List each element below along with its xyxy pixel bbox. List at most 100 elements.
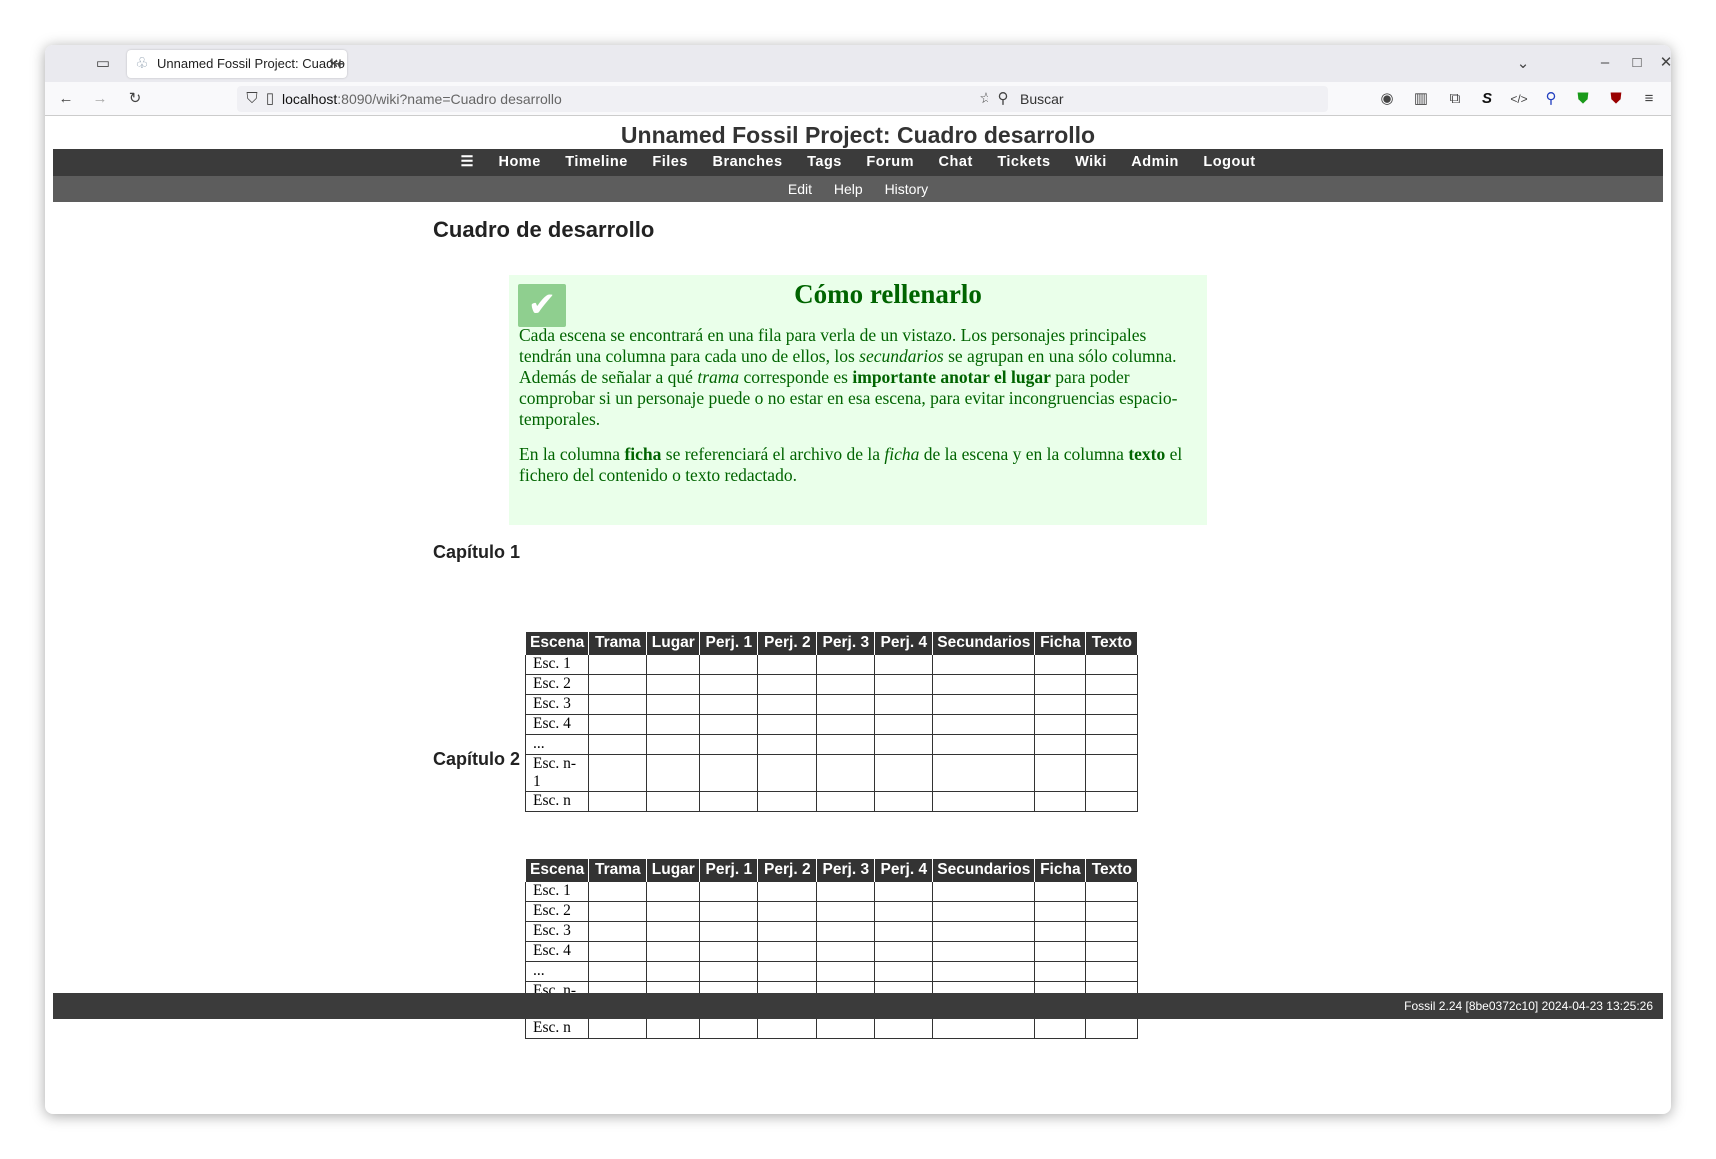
empty-cell [932, 960, 1036, 982]
new-tab-icon[interactable]: + [329, 54, 351, 74]
empty-cell [646, 653, 701, 675]
ublock-icon[interactable]: ⛊ [1605, 89, 1627, 109]
table-row: Esc. 2 [524, 673, 1139, 695]
column-header: Perj. 3 [816, 632, 876, 654]
empty-cell [588, 693, 648, 715]
search-icon: ⚲ [997, 90, 1009, 107]
empty-cell [1085, 653, 1139, 675]
empty-cell [932, 880, 1036, 902]
table-row: ... [524, 960, 1139, 982]
column-header: Secundarios [932, 632, 1036, 654]
empty-cell [1085, 940, 1139, 962]
browser-tab[interactable]: ♧ Unnamed Fossil Project: Cuadro desarro… [127, 50, 347, 78]
empty-cell [646, 790, 701, 812]
maximize-icon[interactable]: □ [1626, 53, 1648, 73]
column-header: Perj. 3 [816, 859, 876, 881]
search-input[interactable]: ⚲ Buscar [988, 86, 1328, 112]
empty-cell [699, 920, 759, 942]
menu-forum[interactable]: Forum [866, 154, 914, 170]
url-path: :8090/wiki?name=Cuadro desarrollo [337, 91, 562, 107]
reload-icon[interactable]: ↻ [124, 89, 146, 109]
column-header: Lugar [646, 632, 701, 654]
empty-cell [1034, 880, 1087, 902]
scene-cell: Esc. 1 [524, 880, 590, 902]
menu-wiki[interactable]: Wiki [1075, 154, 1107, 170]
menu-tickets[interactable]: Tickets [997, 154, 1050, 170]
empty-cell [588, 713, 648, 735]
address-bar[interactable]: ⛉ ▯ localhost:8090/wiki?name=Cuadro desa… [237, 86, 1003, 112]
account-icon[interactable]: ◉ [1376, 89, 1398, 109]
tab-list-icon[interactable]: ▭ [92, 54, 114, 74]
submenu-history[interactable]: History [885, 181, 929, 197]
menu-admin[interactable]: Admin [1131, 154, 1179, 170]
column-header: Perj. 2 [757, 632, 818, 654]
empty-cell [874, 880, 934, 902]
minimize-icon[interactable]: – [1594, 53, 1616, 73]
tab-title: Unnamed Fossil Project: Cuadro desarroll… [157, 56, 347, 71]
empty-cell [816, 673, 876, 695]
empty-cell [699, 900, 759, 922]
page-content: Unnamed Fossil Project: Cuadro desarroll… [45, 117, 1671, 1114]
back-icon[interactable]: ← [55, 89, 77, 109]
forward-icon[interactable]: → [89, 89, 111, 109]
empty-cell [699, 880, 759, 902]
menu-timeline[interactable]: Timeline [565, 154, 628, 170]
empty-cell [699, 940, 759, 962]
column-header: Secundarios [932, 859, 1036, 881]
empty-cell [646, 1017, 701, 1039]
menu-chat[interactable]: Chat [939, 154, 973, 170]
s-extension-icon[interactable]: S [1476, 89, 1498, 109]
table-row: Esc. 3 [524, 920, 1139, 942]
empty-cell [932, 653, 1036, 675]
empty-cell [646, 960, 701, 982]
empty-cell [699, 960, 759, 982]
submenu-help[interactable]: Help [834, 181, 863, 197]
instructions-title: Cómo rellenarlo [794, 279, 982, 309]
menu-files[interactable]: Files [652, 154, 688, 170]
empty-cell [757, 653, 818, 675]
empty-cell [588, 790, 648, 812]
submenu-edit[interactable]: Edit [788, 181, 812, 197]
column-header: Texto [1085, 859, 1139, 881]
browser-window: ▭ ♧ Unnamed Fossil Project: Cuadro desar… [45, 45, 1671, 1114]
empty-cell [757, 733, 818, 755]
url-host: localhost [282, 91, 338, 107]
empty-cell [646, 753, 701, 792]
menu-icon[interactable]: ≡ [1638, 89, 1660, 109]
shield-extension-icon[interactable]: ⛊ [1572, 89, 1594, 109]
empty-cell [646, 900, 701, 922]
menu-logout[interactable]: Logout [1203, 154, 1255, 170]
chevron-down-icon[interactable]: ⌄ [1512, 54, 1534, 74]
extensions-icon[interactable]: ⧉ [1444, 89, 1466, 109]
code-icon[interactable]: </> [1508, 89, 1530, 109]
scene-cell: Esc. 2 [524, 673, 590, 695]
empty-cell [874, 920, 934, 942]
empty-cell [646, 940, 701, 962]
empty-cell [588, 753, 648, 792]
table-row: ... [524, 733, 1139, 755]
menu-branches[interactable]: Branches [712, 154, 782, 170]
menu-home[interactable]: Home [498, 154, 540, 170]
empty-cell [874, 713, 934, 735]
column-header: Escena [524, 632, 590, 654]
empty-cell [1034, 653, 1087, 675]
fossil-favicon-icon: ♧ [135, 55, 149, 72]
table-row: Esc. n-1 [524, 753, 1139, 792]
search-extension-icon[interactable]: ⚲ [1540, 89, 1562, 109]
empty-cell [1034, 733, 1087, 755]
scene-cell: Esc. 4 [524, 940, 590, 962]
empty-cell [757, 673, 818, 695]
hamburger-icon[interactable]: ☰ [460, 154, 474, 170]
close-window-icon[interactable]: ✕ [1655, 53, 1671, 73]
empty-cell [757, 960, 818, 982]
empty-cell [932, 753, 1036, 792]
reader-view-icon[interactable]: ▥ [1410, 89, 1432, 109]
empty-cell [588, 733, 648, 755]
empty-cell [1034, 713, 1087, 735]
empty-cell [757, 900, 818, 922]
empty-cell [757, 753, 818, 792]
menu-tags[interactable]: Tags [807, 154, 842, 170]
table-row: Esc. 3 [524, 693, 1139, 715]
empty-cell [1085, 733, 1139, 755]
empty-cell [932, 920, 1036, 942]
